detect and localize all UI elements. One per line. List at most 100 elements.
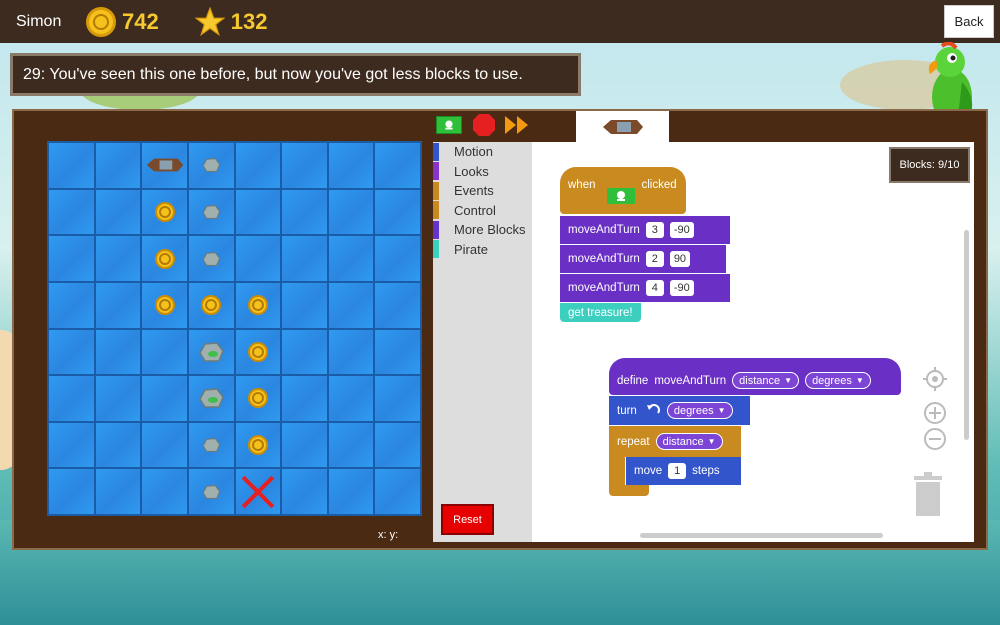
block-text: moveAndTurn (654, 374, 727, 387)
degrees-input[interactable]: 90 (669, 251, 691, 267)
board-cell (374, 421, 421, 469)
category-label: Control (454, 202, 496, 218)
category-label: Pirate (454, 241, 488, 257)
gold-coin-icon (154, 248, 175, 269)
coin-count: 742 (122, 8, 159, 34)
ship-icon (602, 119, 643, 134)
when-flag-clicked-block[interactable]: when clicked (560, 167, 686, 214)
board-cell (374, 375, 421, 422)
define-block[interactable]: define moveAndTurn distance ▼ degrees ▼ (609, 358, 901, 395)
chevron-down-icon: ▼ (707, 437, 716, 446)
block-text: moveAndTurn (568, 224, 640, 236)
block-text: define (617, 374, 649, 387)
star-icon (194, 6, 225, 36)
back-button[interactable]: Back (944, 5, 994, 38)
board-cell (187, 468, 235, 515)
ship-icon (146, 158, 183, 172)
board-cell (48, 328, 95, 376)
stop-button[interactable] (472, 113, 496, 137)
board-cell (141, 328, 188, 376)
category-pirate[interactable]: Pirate (433, 240, 532, 260)
move-steps-block[interactable]: move 1 steps (626, 457, 741, 485)
board-cell (94, 235, 142, 282)
rock-icon (202, 158, 221, 173)
category-swatch (433, 181, 439, 200)
param-distance[interactable]: distance ▼ (655, 433, 723, 450)
category-label: More Blocks (454, 222, 526, 238)
trash-icon[interactable] (912, 472, 944, 516)
workspace-vertical-scrollbar[interactable] (964, 230, 969, 440)
distance-input[interactable]: 4 (645, 280, 664, 296)
board-cell (327, 235, 375, 282)
board-cell (48, 468, 95, 515)
board-cell (141, 421, 188, 469)
param-degrees[interactable]: degrees ▼ (666, 402, 733, 419)
board-cell (234, 281, 282, 329)
green-flag-button[interactable] (436, 116, 462, 134)
param-distance[interactable]: distance ▼ (732, 372, 800, 389)
block-text: moveAndTurn (568, 253, 640, 265)
zoom-in-icon[interactable] (923, 401, 947, 425)
category-swatch (433, 162, 439, 181)
board-cell (187, 142, 235, 189)
distance-input[interactable]: 3 (645, 222, 664, 238)
param-degrees[interactable]: degrees ▼ (805, 372, 871, 389)
repeat-block[interactable]: repeat distance ▼ (609, 426, 741, 457)
fast-forward-button[interactable] (504, 115, 530, 135)
board-cell (327, 188, 375, 236)
board-cell (141, 142, 188, 189)
move-and-turn-block[interactable]: moveAndTurn 4 -90 (560, 274, 730, 302)
board-cell (48, 421, 95, 469)
degrees-input[interactable]: -90 (669, 222, 694, 238)
category-swatch (433, 201, 439, 220)
steps-input[interactable]: 1 (668, 463, 687, 479)
board-cell (94, 375, 142, 422)
board-cell (141, 188, 188, 236)
sprite-selector[interactable] (576, 111, 669, 142)
block-text: distance (662, 435, 704, 448)
board-cell (374, 328, 421, 376)
block-palette: Motion Looks Events Control More Blocks … (433, 142, 532, 542)
board-cell (141, 468, 188, 515)
block-text: turn (617, 404, 637, 417)
level-instruction: 29: You've seen this one before, but now… (10, 53, 581, 96)
move-and-turn-block[interactable]: moveAndTurn 2 90 (560, 245, 726, 273)
board-cell (187, 235, 235, 282)
get-treasure-block[interactable]: get treasure! (560, 303, 641, 322)
target-x-icon (241, 475, 275, 509)
board-cell (281, 375, 328, 422)
block-text: repeat (617, 435, 650, 448)
category-control[interactable]: Control (433, 201, 532, 221)
board-cell (374, 281, 421, 329)
reset-button[interactable]: Reset (441, 504, 494, 535)
rock-icon (202, 484, 221, 499)
move-and-turn-block[interactable]: moveAndTurn 3 -90 (560, 216, 730, 244)
chevron-down-icon: ▼ (855, 376, 864, 385)
coin-icon (86, 6, 116, 37)
board-cell (374, 235, 421, 282)
board-cell (187, 421, 235, 469)
zoom-out-icon[interactable] (923, 427, 947, 451)
blocks-counter: Blocks: 9/10 (889, 147, 970, 183)
board-cell (48, 375, 95, 422)
chevron-down-icon: ▼ (717, 406, 726, 415)
coordinate-readout: x: y: (378, 529, 399, 541)
board-cell (234, 235, 282, 282)
category-looks[interactable]: Looks (433, 162, 532, 182)
category-motion[interactable]: Motion (433, 142, 532, 162)
distance-input[interactable]: 2 (645, 251, 664, 267)
rock-icon (199, 342, 225, 362)
turn-block[interactable]: turn degrees ▼ (609, 396, 750, 425)
chevron-down-icon: ▼ (784, 376, 793, 385)
category-events[interactable]: Events (433, 181, 532, 201)
degrees-input[interactable]: -90 (669, 280, 694, 296)
board-cell (94, 281, 142, 329)
recenter-icon[interactable] (922, 366, 948, 392)
workspace-horizontal-scrollbar[interactable] (640, 533, 883, 538)
board-cell (48, 235, 95, 282)
category-more-blocks[interactable]: More Blocks (433, 220, 532, 240)
board-cell (94, 328, 142, 376)
board-cell (234, 468, 282, 515)
rock-icon (202, 204, 221, 219)
board-cell (187, 375, 235, 422)
